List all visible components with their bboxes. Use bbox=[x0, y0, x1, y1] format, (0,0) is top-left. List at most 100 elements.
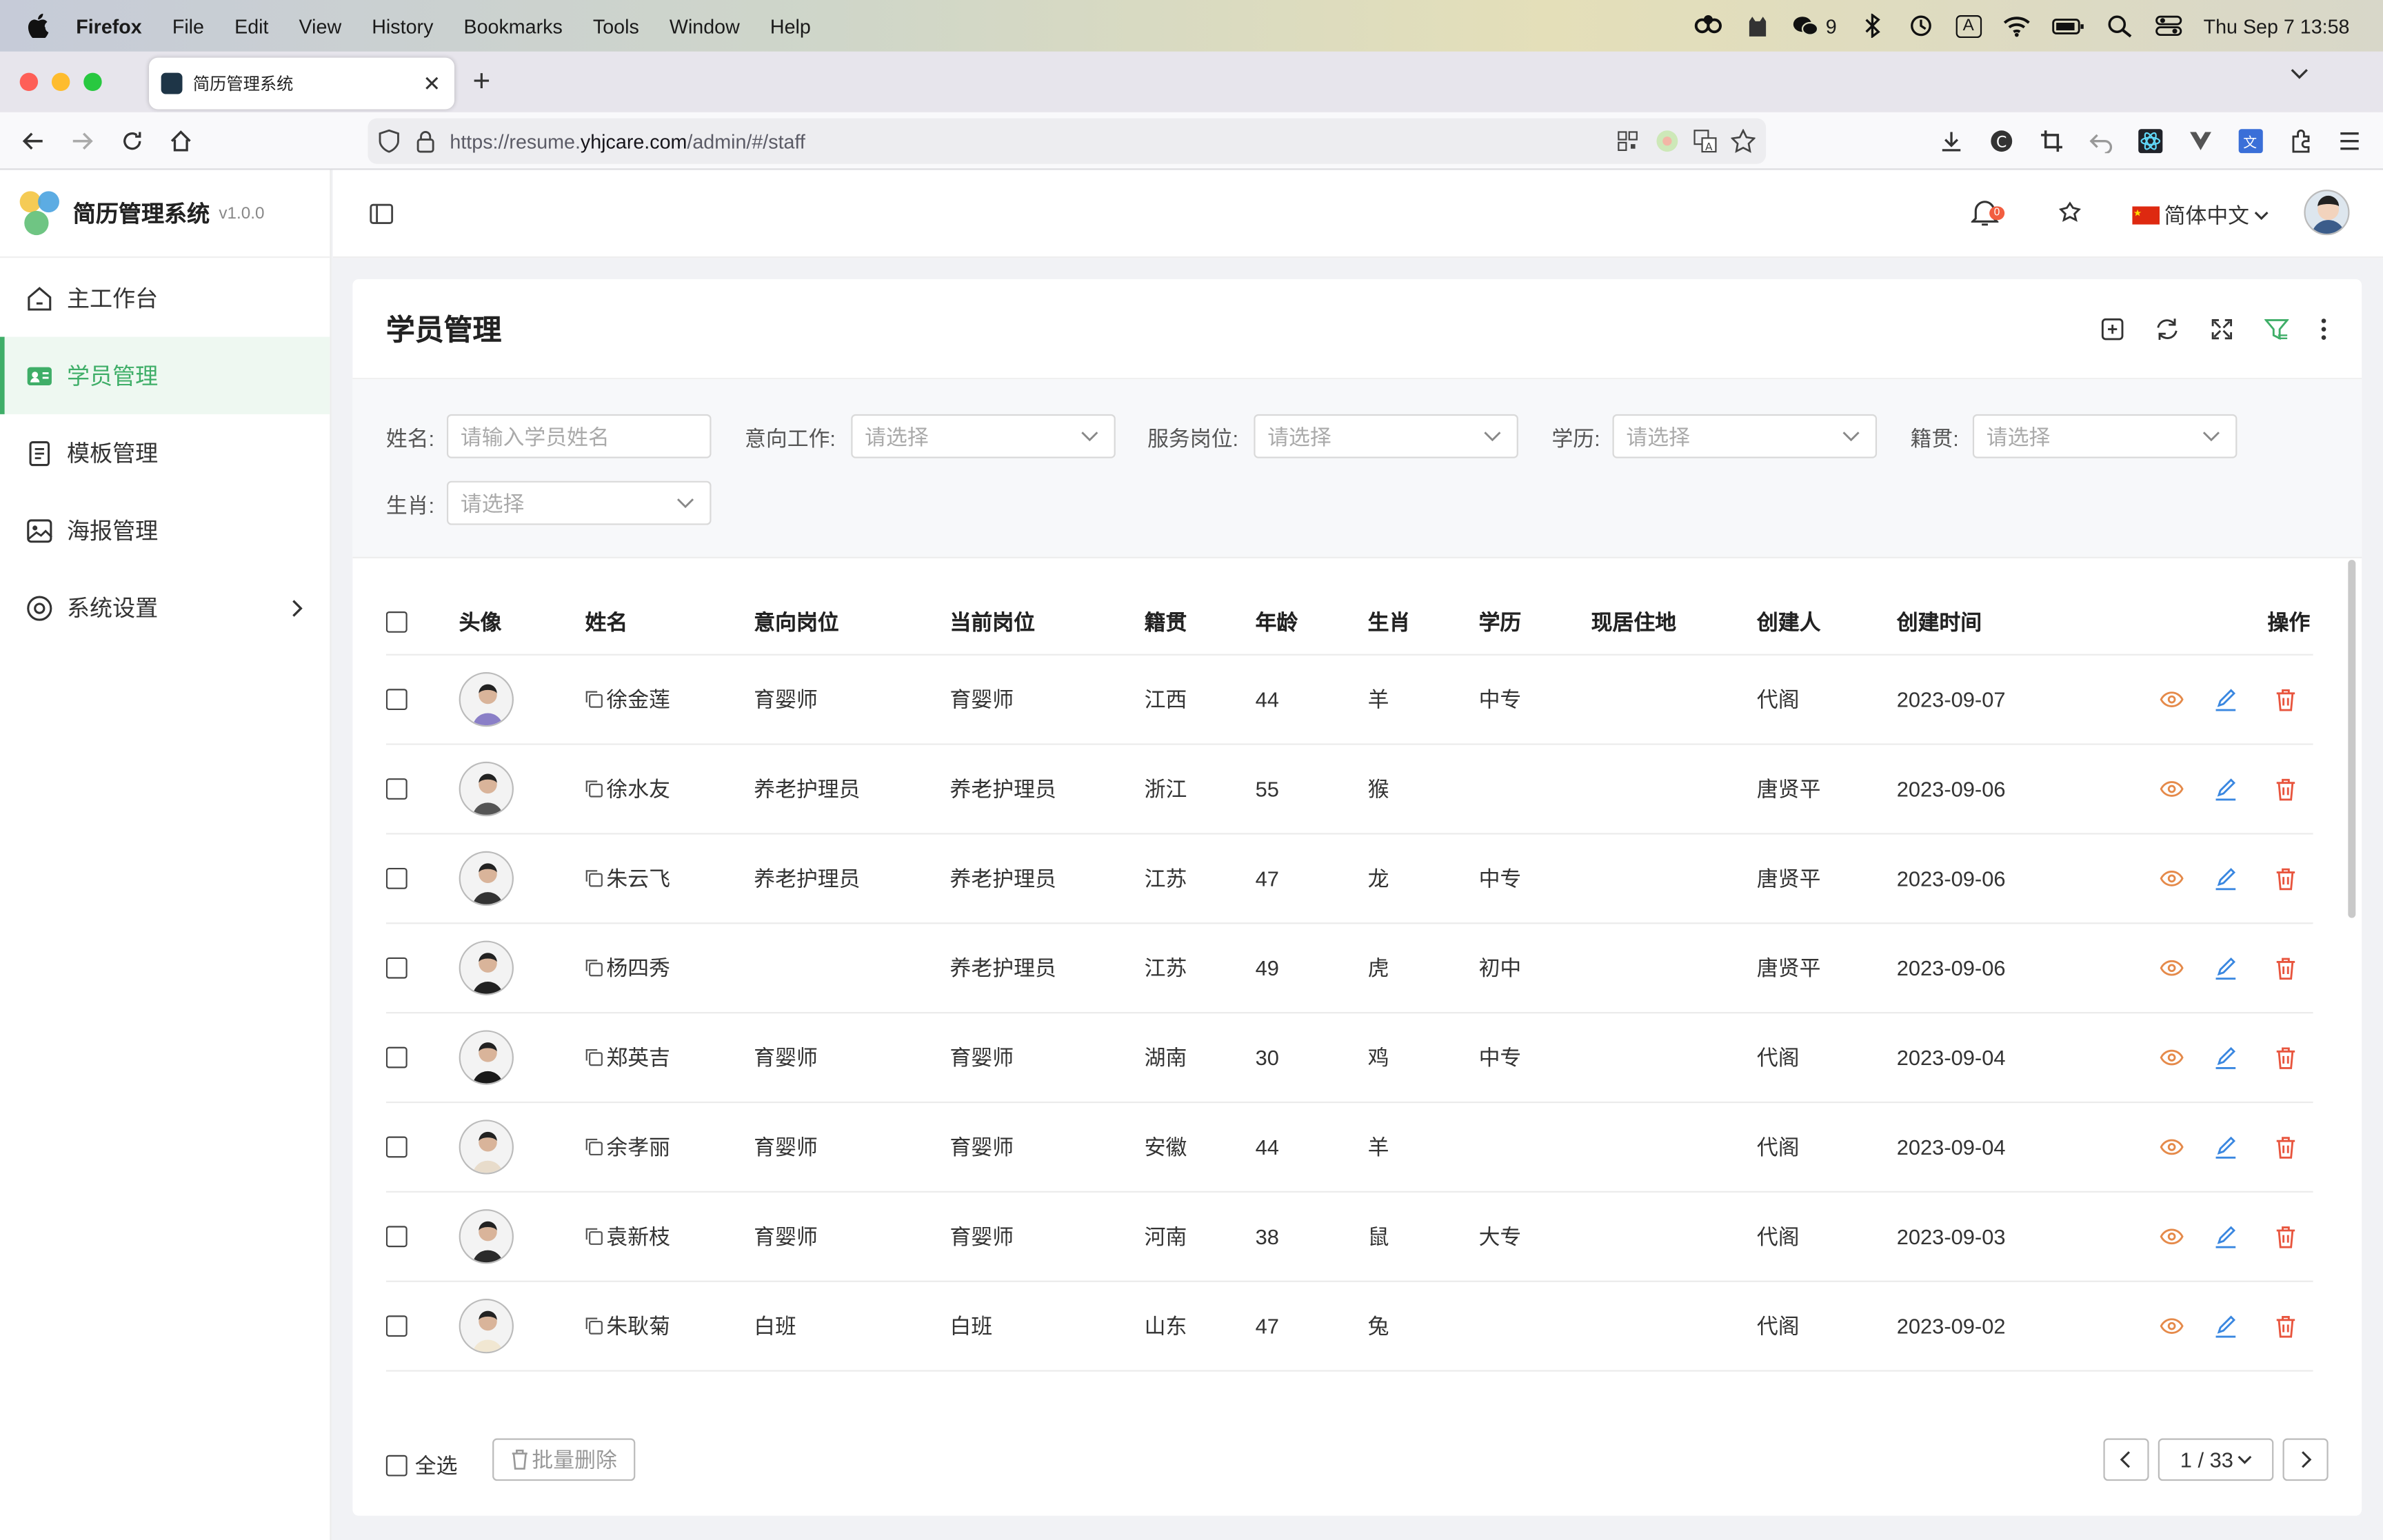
menu-edit[interactable]: Edit bbox=[219, 14, 283, 37]
next-page-button[interactable] bbox=[2282, 1438, 2329, 1481]
lock-icon[interactable] bbox=[416, 129, 434, 153]
filter-education-select[interactable]: 请选择 bbox=[1612, 414, 1878, 458]
select-all-checkbox[interactable] bbox=[385, 1455, 408, 1477]
view-button[interactable] bbox=[2160, 924, 2184, 1012]
filter-origin-select[interactable]: 请选择 bbox=[1972, 414, 2238, 458]
prev-page-button[interactable] bbox=[2103, 1438, 2149, 1481]
refresh-icon[interactable] bbox=[2155, 316, 2179, 341]
menu-bookmarks[interactable]: Bookmarks bbox=[448, 14, 577, 37]
filter-zodiac-select[interactable]: 请选择 bbox=[446, 480, 712, 525]
avatar[interactable] bbox=[459, 851, 514, 906]
edit-button[interactable] bbox=[2214, 656, 2237, 744]
close-tab-icon[interactable]: ✕ bbox=[423, 70, 441, 96]
shield-icon[interactable] bbox=[379, 129, 400, 153]
menu-file[interactable]: File bbox=[157, 14, 219, 37]
extension-c-icon[interactable]: C bbox=[1989, 129, 2013, 153]
spotlight-search-icon[interactable] bbox=[2107, 14, 2134, 38]
notifications[interactable]: 0 bbox=[1971, 197, 2004, 227]
sidebar-item-workbench[interactable]: 主工作台 bbox=[0, 259, 330, 336]
view-button[interactable] bbox=[2160, 1193, 2184, 1281]
menu-help[interactable]: Help bbox=[755, 14, 826, 37]
close-window-button[interactable] bbox=[19, 72, 39, 92]
copy-icon[interactable] bbox=[585, 1317, 603, 1335]
filter-name-input[interactable]: 请输入学员姓名 bbox=[446, 414, 712, 458]
collapse-sidebar-icon[interactable] bbox=[370, 203, 394, 225]
row-checkbox[interactable] bbox=[385, 1315, 408, 1337]
delete-button[interactable] bbox=[2275, 1193, 2297, 1281]
sidebar-item-templates[interactable]: 模板管理 bbox=[0, 414, 330, 492]
avatar[interactable] bbox=[459, 1030, 514, 1085]
forward-icon[interactable] bbox=[70, 129, 94, 153]
edit-button[interactable] bbox=[2214, 745, 2237, 833]
row-checkbox[interactable] bbox=[385, 867, 408, 889]
zoom-window-button[interactable] bbox=[83, 72, 102, 92]
input-method-indicator[interactable]: A bbox=[1955, 14, 1982, 37]
add-icon[interactable] bbox=[2100, 316, 2124, 341]
translate-extension-icon[interactable]: 文 bbox=[2238, 129, 2263, 154]
copy-icon[interactable] bbox=[585, 690, 603, 708]
row-checkbox[interactable] bbox=[385, 1226, 408, 1248]
view-button[interactable] bbox=[2160, 1013, 2184, 1102]
react-devtools-icon[interactable] bbox=[2138, 129, 2163, 154]
more-vertical-icon[interactable] bbox=[2319, 316, 2328, 341]
page-selector[interactable]: 1 / 33 bbox=[2158, 1438, 2274, 1481]
copy-icon[interactable] bbox=[585, 959, 603, 977]
minimize-window-button[interactable] bbox=[51, 72, 70, 92]
select-all-control[interactable]: 全选 bbox=[385, 1450, 457, 1481]
edit-button[interactable] bbox=[2214, 835, 2237, 923]
edit-button[interactable] bbox=[2214, 1193, 2237, 1281]
theme-icon[interactable] bbox=[2056, 201, 2084, 228]
row-checkbox[interactable] bbox=[385, 1136, 408, 1158]
row-checkbox[interactable] bbox=[385, 957, 408, 979]
avatar[interactable] bbox=[459, 1299, 514, 1354]
filter-icon[interactable] bbox=[2264, 316, 2289, 341]
view-button[interactable] bbox=[2160, 835, 2184, 923]
delete-button[interactable] bbox=[2275, 924, 2297, 1012]
extension-color-icon[interactable] bbox=[1655, 129, 1679, 153]
qr-code-icon[interactable] bbox=[1617, 130, 1638, 152]
address-bar[interactable]: https://resume. yhjcare.com/admin/#/staff… bbox=[368, 118, 1767, 164]
row-checkbox[interactable] bbox=[385, 778, 408, 800]
avatar[interactable] bbox=[459, 1209, 514, 1264]
filter-service-select[interactable]: 请选择 bbox=[1254, 414, 1518, 458]
wifi-icon[interactable] bbox=[2003, 14, 2031, 38]
language-switcher[interactable]: 简体中文 bbox=[2132, 201, 2269, 231]
bookmark-star-icon[interactable] bbox=[1731, 129, 1756, 153]
vue-devtools-icon[interactable] bbox=[2189, 129, 2213, 153]
new-tab-icon[interactable]: + bbox=[472, 65, 490, 101]
edit-button[interactable] bbox=[2214, 1013, 2237, 1102]
browser-tab-active[interactable]: 简历管理系统 ✕ bbox=[148, 57, 455, 110]
avatar[interactable] bbox=[459, 672, 514, 727]
avatar[interactable] bbox=[459, 940, 514, 995]
edit-button[interactable] bbox=[2214, 924, 2237, 1012]
control-center-icon[interactable] bbox=[2155, 14, 2182, 38]
extensions-puzzle-icon[interactable] bbox=[2289, 129, 2313, 153]
user-avatar[interactable] bbox=[2304, 190, 2350, 236]
cat-icon[interactable] bbox=[1744, 14, 1771, 38]
avatar[interactable] bbox=[459, 1119, 514, 1175]
delete-button[interactable] bbox=[2275, 835, 2297, 923]
menu-tools[interactable]: Tools bbox=[578, 14, 654, 37]
fullscreen-icon[interactable] bbox=[2210, 316, 2234, 341]
crop-icon[interactable] bbox=[2040, 129, 2064, 153]
filter-intent-select[interactable]: 请选择 bbox=[851, 414, 1116, 458]
list-all-tabs-icon[interactable] bbox=[2289, 67, 2310, 82]
copy-icon[interactable] bbox=[585, 1228, 603, 1246]
view-button[interactable] bbox=[2160, 1282, 2184, 1370]
undo-icon[interactable] bbox=[2089, 129, 2114, 154]
apple-icon[interactable] bbox=[28, 13, 49, 39]
hamburger-menu-icon[interactable] bbox=[2339, 130, 2360, 152]
delete-button[interactable] bbox=[2275, 1282, 2297, 1370]
menu-app-name[interactable]: Firefox bbox=[61, 14, 157, 37]
delete-button[interactable] bbox=[2275, 656, 2297, 744]
select-all-rows-checkbox[interactable] bbox=[385, 611, 408, 633]
delete-button[interactable] bbox=[2275, 745, 2297, 833]
time-machine-icon[interactable] bbox=[1907, 14, 1934, 38]
edit-button[interactable] bbox=[2214, 1282, 2237, 1370]
avatar[interactable] bbox=[459, 761, 514, 817]
view-button[interactable] bbox=[2160, 656, 2184, 744]
back-icon[interactable] bbox=[21, 129, 46, 153]
row-checkbox[interactable] bbox=[385, 689, 408, 711]
copy-icon[interactable] bbox=[585, 780, 603, 798]
copy-icon[interactable] bbox=[585, 1048, 603, 1066]
